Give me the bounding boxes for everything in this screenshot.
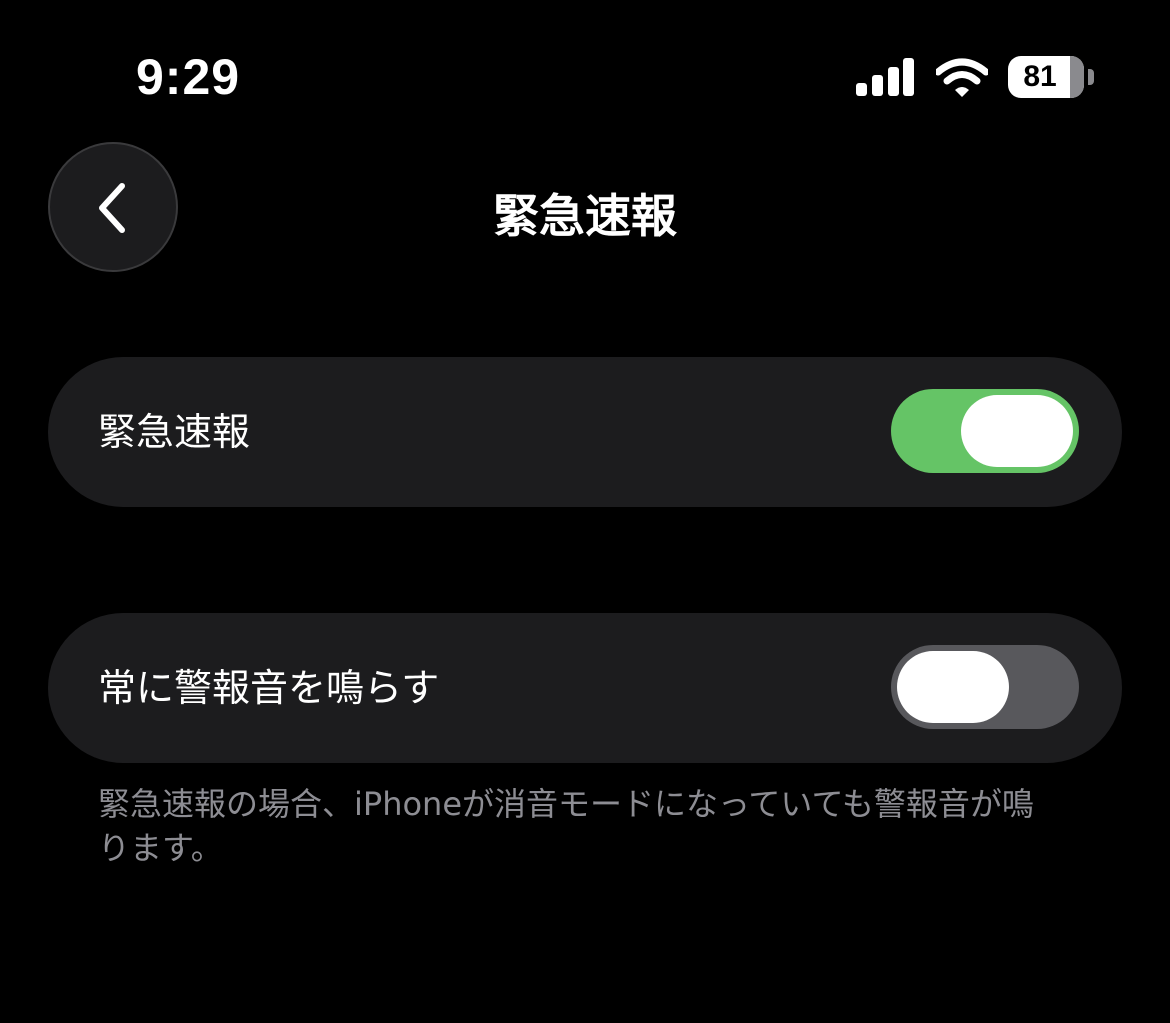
setting-label-always-play-sound: 常に警報音を鳴らす bbox=[98, 666, 440, 710]
status-bar: 9:29 81 bbox=[0, 0, 1170, 130]
cellular-signal-icon bbox=[856, 58, 914, 96]
setting-row-emergency-alerts: 緊急速報 bbox=[48, 357, 1122, 507]
battery-level: 81 bbox=[1023, 60, 1057, 93]
toggle-knob bbox=[961, 395, 1073, 467]
setting-label-emergency-alerts: 緊急速報 bbox=[98, 410, 251, 454]
always-play-sound-toggle[interactable] bbox=[891, 645, 1079, 729]
battery-icon: 81 bbox=[1008, 56, 1094, 100]
toggle-knob bbox=[897, 651, 1009, 723]
wifi-icon bbox=[936, 58, 988, 97]
page-title: 緊急速報 bbox=[493, 189, 677, 243]
emergency-alerts-toggle[interactable] bbox=[891, 389, 1079, 473]
footer-note: 緊急速報の場合、iPhoneが消音モードになっていても警報音が鳴ります。 bbox=[98, 785, 1034, 867]
setting-row-always-play-sound: 常に警報音を鳴らす bbox=[48, 613, 1122, 763]
status-time: 9:29 bbox=[136, 49, 241, 105]
